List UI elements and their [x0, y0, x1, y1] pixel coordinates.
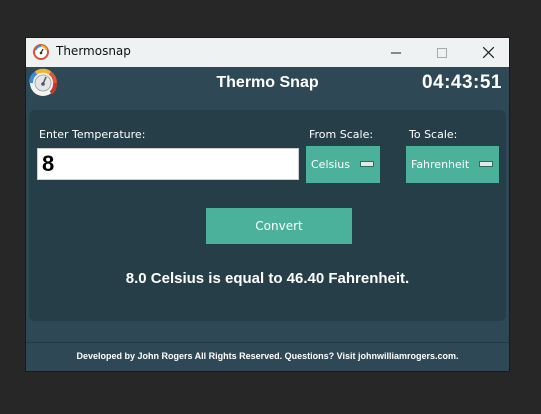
to-scale-dropdown[interactable]: Fahrenheit — [406, 146, 499, 183]
footer-divider — [26, 342, 509, 343]
title-bar[interactable]: Thermosnap — [26, 38, 509, 67]
from-scale-label: From Scale: — [309, 128, 374, 141]
close-icon — [482, 43, 494, 62]
clock-display: 04:43:51 — [421, 72, 502, 93]
to-scale-label: To Scale: — [409, 128, 458, 141]
app-header: Thermo Snap 04:43:51 — [26, 67, 509, 99]
close-button[interactable] — [465, 38, 509, 67]
minimize-button[interactable] — [373, 38, 419, 67]
window-title: Thermosnap — [56, 44, 131, 58]
dropdown-indicator-icon — [360, 161, 374, 167]
dropdown-indicator-icon — [479, 161, 493, 167]
temperature-input[interactable] — [37, 148, 299, 180]
minimize-icon — [391, 43, 401, 62]
from-scale-value: Celsius — [311, 158, 350, 171]
to-scale-value: Fahrenheit — [411, 158, 470, 171]
converter-panel: Enter Temperature: From Scale: Celsius T… — [29, 110, 506, 321]
convert-button[interactable]: Convert — [206, 208, 352, 244]
maximize-button[interactable] — [419, 38, 465, 67]
temperature-label: Enter Temperature: — [39, 128, 146, 141]
app-window: Thermosnap Thermo Snap 04:43:51 Enter Te… — [25, 37, 510, 372]
from-scale-dropdown[interactable]: Celsius — [306, 146, 380, 183]
footer-text: Developed by John Rogers All Rights Rese… — [76, 351, 459, 361]
maximize-icon — [437, 43, 447, 62]
thermometer-gauge-icon — [33, 44, 49, 60]
conversion-result: 8.0 Celsius is equal to 46.40 Fahrenheit… — [125, 270, 410, 287]
